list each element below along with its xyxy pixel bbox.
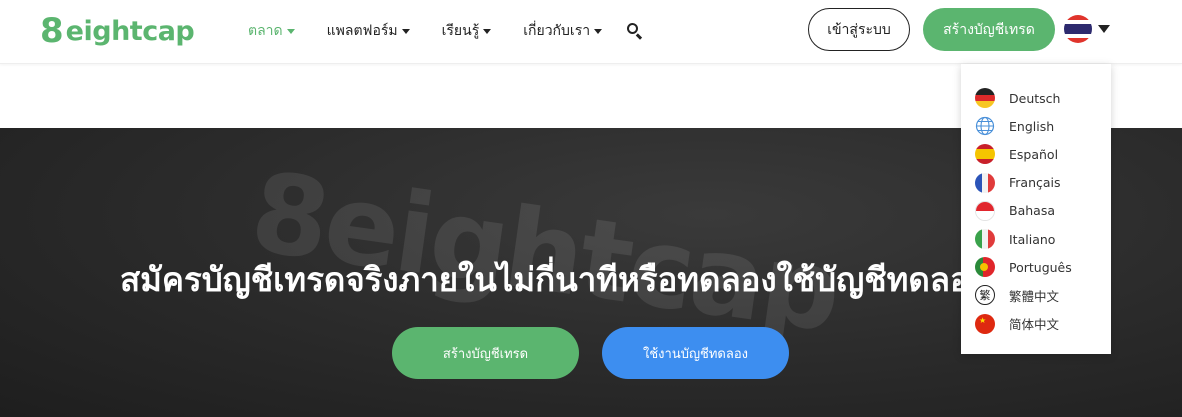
- indonesia-flag-icon: [975, 200, 995, 221]
- nav-learn[interactable]: เรียนรู้: [442, 20, 492, 42]
- logo-mark: 8: [40, 11, 64, 51]
- language-option-simplified-chinese[interactable]: ★ 简体中文: [961, 310, 1111, 338]
- language-label: Bahasa: [1009, 203, 1055, 219]
- language-dropdown-menu: Deutsch English Español Français Bahasa: [961, 64, 1111, 354]
- nav-about[interactable]: เกี่ยวกับเรา: [523, 20, 603, 42]
- language-option-portugues[interactable]: Português: [961, 253, 1111, 281]
- nav-about-label: เกี่ยวกับเรา: [523, 23, 591, 39]
- language-label: 简体中文: [1009, 317, 1060, 333]
- language-option-traditional-chinese[interactable]: 繁 繁體中文: [961, 281, 1111, 309]
- language-option-italiano[interactable]: Italiano: [961, 225, 1111, 253]
- login-button[interactable]: เข้าสู่ระบบ: [808, 8, 910, 51]
- language-option-francais[interactable]: Français: [961, 169, 1111, 197]
- caret-down-icon: [483, 28, 492, 34]
- create-account-button[interactable]: สร้างบัญชีเทรด: [923, 8, 1055, 51]
- language-label: English: [1009, 118, 1055, 134]
- germany-flag-icon: [975, 88, 995, 109]
- caret-down-icon: [594, 28, 603, 34]
- main-nav: ตลาด แพลตฟอร์ม เรียนรู้ เกี่ยวกับเรา: [248, 20, 644, 42]
- language-label: Português: [1009, 259, 1072, 275]
- nav-platforms-label: แพลตฟอร์ม: [326, 23, 398, 39]
- language-option-english[interactable]: English: [961, 112, 1111, 140]
- language-label: Español: [1009, 146, 1059, 162]
- hero-create-account-button[interactable]: สร้างบัญชีเทรด: [392, 327, 579, 379]
- caret-down-icon: [1098, 25, 1110, 33]
- thailand-flag-icon: [1064, 15, 1092, 43]
- nav-platforms[interactable]: แพลตฟอร์ม: [327, 20, 410, 42]
- language-label: Deutsch: [1009, 90, 1061, 106]
- china-flag-icon: ★: [975, 313, 995, 334]
- nav-markets[interactable]: ตลาด: [248, 20, 295, 42]
- language-option-espanol[interactable]: Español: [961, 140, 1111, 168]
- portugal-flag-icon: [975, 257, 995, 278]
- language-label: Italiano: [1009, 231, 1056, 247]
- caret-down-icon: [286, 28, 295, 34]
- traditional-chinese-icon: 繁: [975, 285, 995, 306]
- france-flag-icon: [975, 172, 995, 193]
- hero-demo-account-button[interactable]: ใช้งานบัญชีทดลอง: [602, 327, 789, 379]
- site-header: 8 eightcap ตลาด แพลตฟอร์ม เรียนรู้ เกี่ย…: [0, 0, 1182, 64]
- language-selector[interactable]: [1064, 15, 1110, 43]
- search-icon[interactable]: [626, 22, 644, 40]
- language-label: Français: [1009, 175, 1061, 191]
- nav-markets-label: ตลาด: [248, 23, 283, 39]
- language-option-bahasa[interactable]: Bahasa: [961, 197, 1111, 225]
- language-label: 繁體中文: [1009, 288, 1060, 304]
- logo-text: eightcap: [65, 15, 195, 47]
- spain-flag-icon: [975, 144, 995, 165]
- caret-down-icon: [401, 28, 410, 34]
- hero-title: สมัครบัญชีเทรดจริงภายในไม่กี่นาทีหรือทดล…: [120, 260, 986, 299]
- eightcap-logo[interactable]: 8 eightcap: [40, 11, 195, 51]
- globe-icon: [975, 116, 995, 136]
- language-option-deutsch[interactable]: Deutsch: [961, 84, 1111, 112]
- nav-learn-label: เรียนรู้: [441, 23, 480, 39]
- italy-flag-icon: [975, 229, 995, 250]
